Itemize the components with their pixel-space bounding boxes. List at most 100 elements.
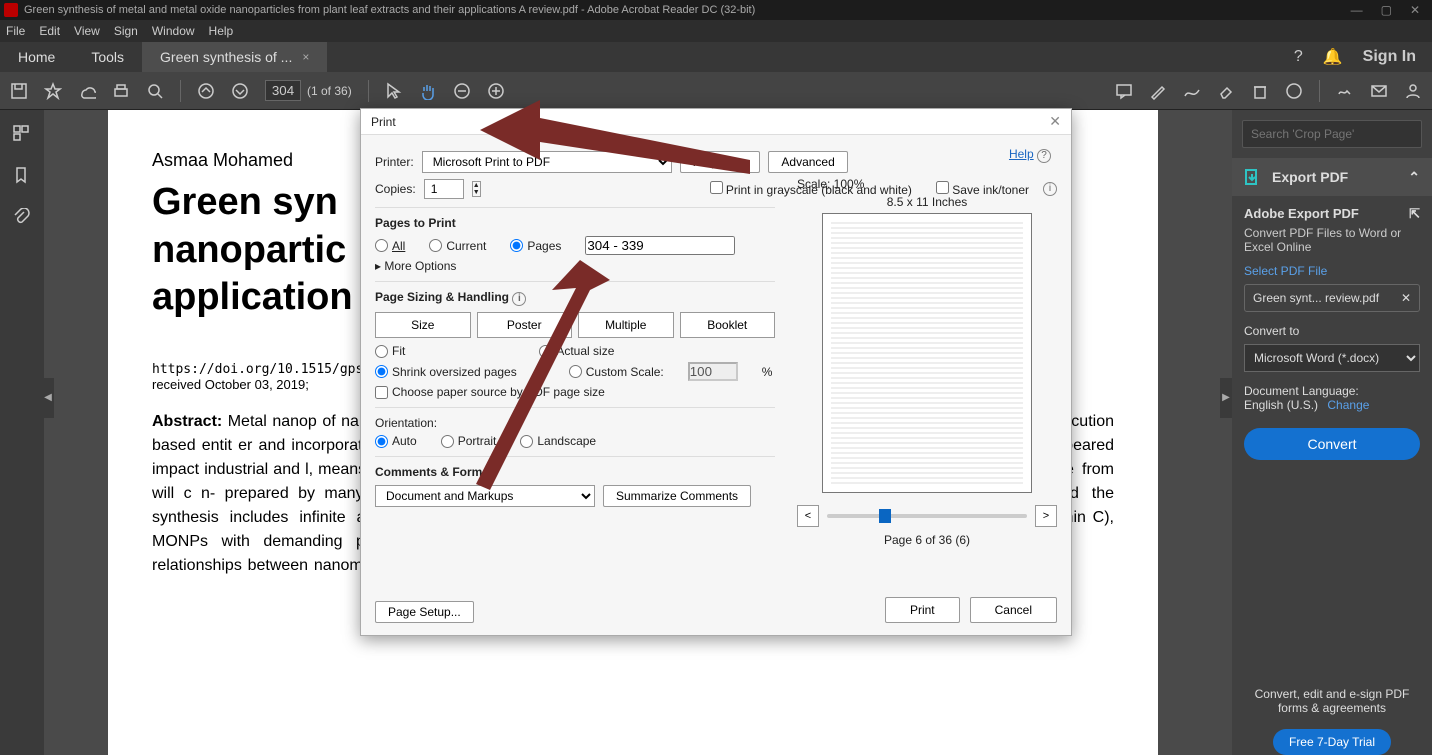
summarize-comments-button[interactable]: Summarize Comments [603, 485, 751, 507]
free-trial-button[interactable]: Free 7-Day Trial [1273, 729, 1391, 755]
page-down-icon[interactable] [231, 82, 249, 100]
convert-button[interactable]: Convert [1244, 428, 1420, 460]
convert-format-select[interactable]: Microsoft Word (*.docx) [1244, 344, 1420, 372]
slider-handle[interactable] [879, 509, 891, 523]
copies-input[interactable] [424, 179, 464, 199]
tab-tools[interactable]: Tools [73, 42, 142, 72]
bookmark-icon[interactable] [12, 166, 32, 186]
erase-icon[interactable] [1217, 82, 1235, 100]
separator [180, 80, 181, 102]
menu-help[interactable]: Help [209, 24, 234, 38]
thumbnails-icon[interactable] [12, 124, 32, 144]
sign-tool-icon[interactable] [1336, 82, 1354, 100]
doc-language-value: English (U.S.) [1244, 398, 1318, 412]
star-icon[interactable] [44, 82, 62, 100]
highlight-icon[interactable] [1149, 82, 1167, 100]
properties-button[interactable]: Properties [680, 151, 761, 173]
help-icon[interactable]: ? [1294, 48, 1303, 66]
dialog-close-icon[interactable]: ✕ [1049, 113, 1061, 130]
seg-booklet-button[interactable]: Booklet [680, 312, 776, 338]
hand-tool-icon[interactable] [419, 82, 437, 100]
app-icon [4, 3, 18, 17]
chevron-up-icon[interactable]: ⌃ [1408, 169, 1420, 186]
window-controls: — ▢ ✕ [1351, 3, 1428, 17]
print-icon[interactable] [112, 82, 130, 100]
select-tool-icon[interactable] [385, 82, 403, 100]
save-icon[interactable] [10, 82, 28, 100]
choose-paper-checkbox[interactable]: Choose paper source by PDF page size [375, 385, 605, 399]
collapse-left-handle[interactable]: ◀ [42, 378, 54, 418]
left-rail [0, 110, 44, 755]
comment-icon[interactable] [1115, 82, 1133, 100]
page-up-icon[interactable] [197, 82, 215, 100]
export-body: Adobe Export PDF ⇱ Convert PDF Files to … [1232, 196, 1432, 470]
radio-pages[interactable]: Pages [510, 239, 561, 253]
close-window-button[interactable]: ✕ [1410, 3, 1420, 17]
cloud-icon[interactable] [78, 82, 96, 100]
seg-size-button[interactable]: Size [375, 312, 471, 338]
print-button[interactable]: Print [885, 597, 960, 623]
radio-actual[interactable]: Actual size [539, 344, 614, 358]
zoom-icon[interactable] [146, 82, 164, 100]
doc-language-label: Document Language: [1244, 384, 1420, 398]
orient-auto[interactable]: Auto [375, 434, 417, 448]
change-language-link[interactable]: Change [1327, 398, 1369, 412]
menu-sign[interactable]: Sign [114, 24, 138, 38]
preview-slider[interactable] [827, 514, 1027, 518]
promo-text: Convert, edit and e-sign PDF forms & agr… [1232, 675, 1432, 721]
bell-icon[interactable]: 🔔 [1323, 47, 1343, 67]
adobe-export-title: Adobe Export PDF [1244, 206, 1359, 222]
profile-icon[interactable] [1404, 82, 1422, 100]
minimize-button[interactable]: — [1351, 3, 1363, 17]
tab-home[interactable]: Home [0, 42, 73, 72]
seg-poster-button[interactable]: Poster [477, 312, 573, 338]
select-pdf-link[interactable]: Select PDF File [1244, 264, 1420, 278]
comments-select[interactable]: Document and Markups [375, 485, 595, 507]
menu-edit[interactable]: Edit [39, 24, 60, 38]
delete-icon[interactable] [1251, 82, 1269, 100]
copies-up-icon[interactable]: ▲ [473, 182, 480, 189]
sign-in-link[interactable]: Sign In [1363, 48, 1416, 66]
page-total-label: (1 of 36) [307, 84, 352, 98]
maximize-button[interactable]: ▢ [1381, 3, 1392, 17]
help-link[interactable]: Help ? [1009, 147, 1051, 163]
page-setup-button[interactable]: Page Setup... [375, 601, 474, 623]
zoom-in-icon[interactable] [487, 82, 505, 100]
page-number-input[interactable] [265, 80, 301, 101]
more-icon[interactable] [1285, 82, 1303, 100]
export-pdf-header[interactable]: Export PDF ⌃ [1232, 158, 1432, 196]
radio-all[interactable]: All [375, 239, 405, 253]
orient-portrait[interactable]: Portrait [441, 434, 497, 448]
remove-file-icon[interactable]: ✕ [1401, 291, 1411, 305]
menu-window[interactable]: Window [152, 24, 195, 38]
cancel-button[interactable]: Cancel [970, 597, 1057, 623]
advanced-button[interactable]: Advanced [768, 151, 847, 173]
dialog-title-label: Print [371, 115, 396, 129]
export-pdf-label: Export PDF [1272, 169, 1348, 185]
mail-icon[interactable] [1370, 82, 1388, 100]
tab-close-icon[interactable]: × [302, 50, 309, 64]
pages-range-input[interactable] [585, 236, 735, 255]
more-options-toggle[interactable]: ▸ More Options [375, 259, 775, 273]
menu-file[interactable]: File [6, 24, 25, 38]
tools-search-input[interactable] [1242, 120, 1422, 148]
radio-current[interactable]: Current [429, 239, 486, 253]
collapse-right-handle[interactable]: ▶ [1220, 378, 1232, 418]
radio-shrink[interactable]: Shrink oversized pages [375, 365, 517, 379]
separator [1319, 80, 1320, 102]
orient-landscape[interactable]: Landscape [520, 434, 596, 448]
share-icon[interactable]: ⇱ [1409, 206, 1420, 222]
preview-next-button[interactable]: > [1035, 505, 1057, 527]
radio-fit[interactable]: Fit [375, 344, 405, 358]
zoom-out-icon[interactable] [453, 82, 471, 100]
copies-down-icon[interactable]: ▼ [473, 189, 480, 196]
seg-multiple-button[interactable]: Multiple [578, 312, 674, 338]
attachment-icon[interactable] [12, 208, 32, 228]
menu-view[interactable]: View [74, 24, 100, 38]
tab-document[interactable]: Green synthesis of ... × [142, 42, 327, 72]
printer-select[interactable]: Microsoft Print to PDF [422, 151, 672, 173]
sizing-info-icon[interactable]: i [512, 292, 526, 306]
radio-custom-scale[interactable]: Custom Scale: [569, 365, 664, 379]
preview-prev-button[interactable]: < [797, 505, 819, 527]
draw-icon[interactable] [1183, 82, 1201, 100]
